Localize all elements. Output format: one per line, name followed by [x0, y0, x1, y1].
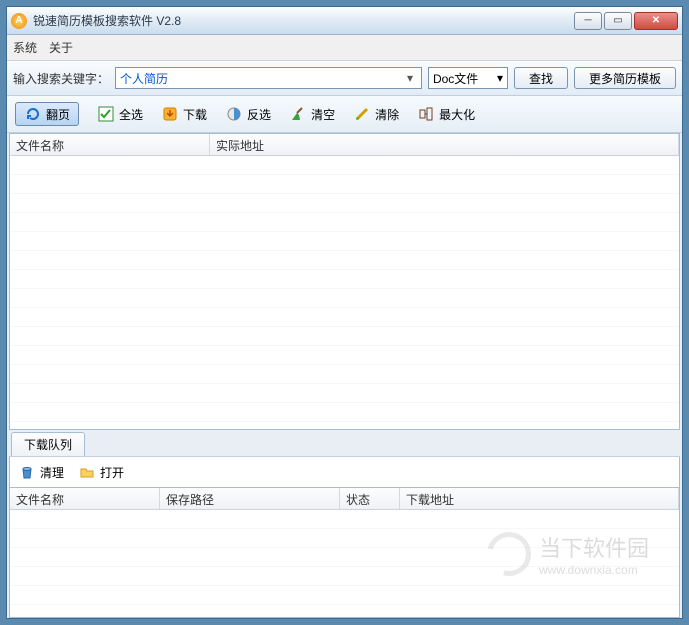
- more-templates-button[interactable]: 更多简历模板: [574, 67, 676, 89]
- qcol-url[interactable]: 下载地址: [400, 488, 679, 509]
- results-header: 文件名称 实际地址: [10, 134, 679, 156]
- window-title: 锐速简历模板搜索软件 V2.8: [33, 12, 574, 29]
- app-window: A 锐速简历模板搜索软件 V2.8 ─ ▭ ✕ 系统 关于 输入搜索关键字： ▾…: [6, 6, 683, 619]
- check-icon: [97, 105, 115, 123]
- invert-icon: [225, 105, 243, 123]
- expand-icon: [417, 105, 435, 123]
- search-label: 输入搜索关键字：: [13, 70, 109, 87]
- close-button[interactable]: ✕: [634, 12, 678, 30]
- keyword-input[interactable]: [120, 71, 403, 85]
- qcol-filename[interactable]: 文件名称: [10, 488, 160, 509]
- watermark: 当下软件园 www.downxia.com: [487, 531, 649, 577]
- toolbar: 翻页 全选 下载 反选 清空 清除 最大化: [7, 96, 682, 133]
- col-url[interactable]: 实际地址: [210, 134, 679, 155]
- broom-icon: [289, 105, 307, 123]
- menu-about[interactable]: 关于: [49, 39, 73, 56]
- menubar: 系统 关于: [7, 35, 682, 61]
- find-button[interactable]: 查找: [514, 67, 568, 89]
- keyword-combo[interactable]: ▾: [115, 67, 422, 89]
- filetype-value: Doc文件: [433, 70, 478, 87]
- invert-button[interactable]: 反选: [225, 105, 271, 123]
- queue-body[interactable]: 当下软件园 www.downxia.com: [10, 510, 679, 617]
- refresh-icon: [24, 105, 42, 123]
- results-table[interactable]: 文件名称 实际地址: [9, 133, 680, 430]
- clear-icon: [353, 105, 371, 123]
- bin-icon: [18, 463, 36, 481]
- qcol-path[interactable]: 保存路径: [160, 488, 340, 509]
- download-button[interactable]: 下载: [161, 105, 207, 123]
- empty-button[interactable]: 清空: [289, 105, 335, 123]
- search-bar: 输入搜索关键字： ▾ Doc文件 ▾ 查找 更多简历模板: [7, 61, 682, 96]
- minimize-button[interactable]: ─: [574, 12, 602, 30]
- qcol-status[interactable]: 状态: [340, 488, 400, 509]
- page-button[interactable]: 翻页: [15, 102, 79, 126]
- tab-download-queue[interactable]: 下载队列: [11, 432, 85, 456]
- maximize-button[interactable]: ▭: [604, 12, 632, 30]
- maximize-tool-button[interactable]: 最大化: [417, 105, 475, 123]
- chevron-down-icon: ▾: [497, 71, 503, 85]
- queue-header: 文件名称 保存路径 状态 下载地址: [10, 488, 679, 510]
- watermark-logo-icon: [479, 524, 539, 584]
- queue-tabrow: 下载队列: [9, 430, 680, 457]
- selectall-button[interactable]: 全选: [97, 105, 143, 123]
- results-body[interactable]: [10, 156, 679, 429]
- app-icon: A: [11, 13, 27, 29]
- chevron-down-icon[interactable]: ▾: [403, 71, 417, 85]
- menu-system[interactable]: 系统: [13, 39, 37, 56]
- download-icon: [161, 105, 179, 123]
- queue-toolbar: 清理 打开: [9, 457, 680, 488]
- folder-icon: [78, 463, 96, 481]
- open-button[interactable]: 打开: [78, 463, 124, 481]
- titlebar[interactable]: A 锐速简历模板搜索软件 V2.8 ─ ▭ ✕: [7, 7, 682, 35]
- content-panel: 文件名称 实际地址 下载队列 清理 打开: [7, 133, 682, 618]
- clear-button[interactable]: 清除: [353, 105, 399, 123]
- cleanup-button[interactable]: 清理: [18, 463, 64, 481]
- col-filename[interactable]: 文件名称: [10, 134, 210, 155]
- queue-table[interactable]: 文件名称 保存路径 状态 下载地址 当下软件园 www.downxia.com: [9, 488, 680, 618]
- filetype-select[interactable]: Doc文件 ▾: [428, 67, 508, 89]
